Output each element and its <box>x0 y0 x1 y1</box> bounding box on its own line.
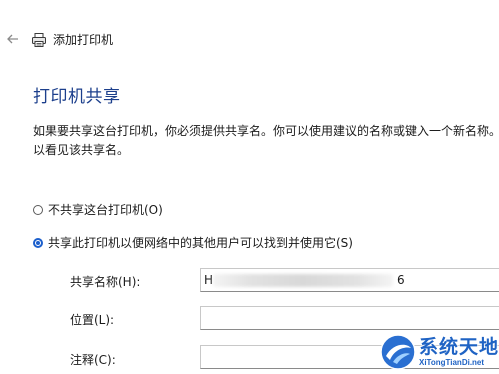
description-line-2: 以看见该共享名。 <box>33 143 130 157</box>
description-text: 如果要共享这台打印机，你必须提供共享名。你可以使用建议的名称或键入一个新名称。 … <box>33 122 499 160</box>
share-name-input[interactable]: H 6 <box>200 268 499 292</box>
share-name-value-start: H <box>204 273 214 287</box>
watermark-url: XiTongTianDi.net <box>419 358 485 367</box>
radio-label-no-share: 不共享这台打印机(O) <box>48 203 163 217</box>
description-line-1: 如果要共享这台打印机，你必须提供共享名。你可以使用建议的名称或键入一个新名称。 <box>33 124 499 138</box>
location-label: 位置(L): <box>70 313 115 327</box>
radio-button-share[interactable] <box>33 237 43 248</box>
page-title: 打印机共享 <box>33 87 121 107</box>
radio-option-no-share[interactable]: 不共享这台打印机(O) <box>33 201 163 218</box>
share-name-label: 共享名称(H): <box>70 275 141 289</box>
radio-option-share[interactable]: 共享此打印机以便网络中的其他用户可以找到并使用它(S) <box>33 234 353 251</box>
watermark-logo-icon <box>378 332 418 372</box>
redacted-text <box>213 274 393 287</box>
dialog-title: 添加打印机 <box>53 33 114 47</box>
add-printer-dialog: 添加打印机 打印机共享 如果要共享这台打印机，你必须提供共享名。你可以使用建议的… <box>0 0 499 374</box>
watermark-name: 系统天地 <box>419 336 499 358</box>
radio-label-share: 共享此打印机以便网络中的其他用户可以找到并使用它(S) <box>48 236 353 250</box>
watermark-text: 系统天地 XiTongTianDi.net <box>419 336 499 368</box>
watermark: 系统天地 XiTongTianDi.net <box>378 330 499 374</box>
back-arrow-icon[interactable] <box>4 30 22 48</box>
location-input[interactable] <box>200 306 499 330</box>
dialog-header: 添加打印机 <box>31 31 113 48</box>
comment-label: 注释(C): <box>70 353 116 367</box>
radio-button-no-share[interactable] <box>33 204 43 215</box>
share-name-value-end: 6 <box>397 273 405 287</box>
printer-icon <box>31 32 47 48</box>
